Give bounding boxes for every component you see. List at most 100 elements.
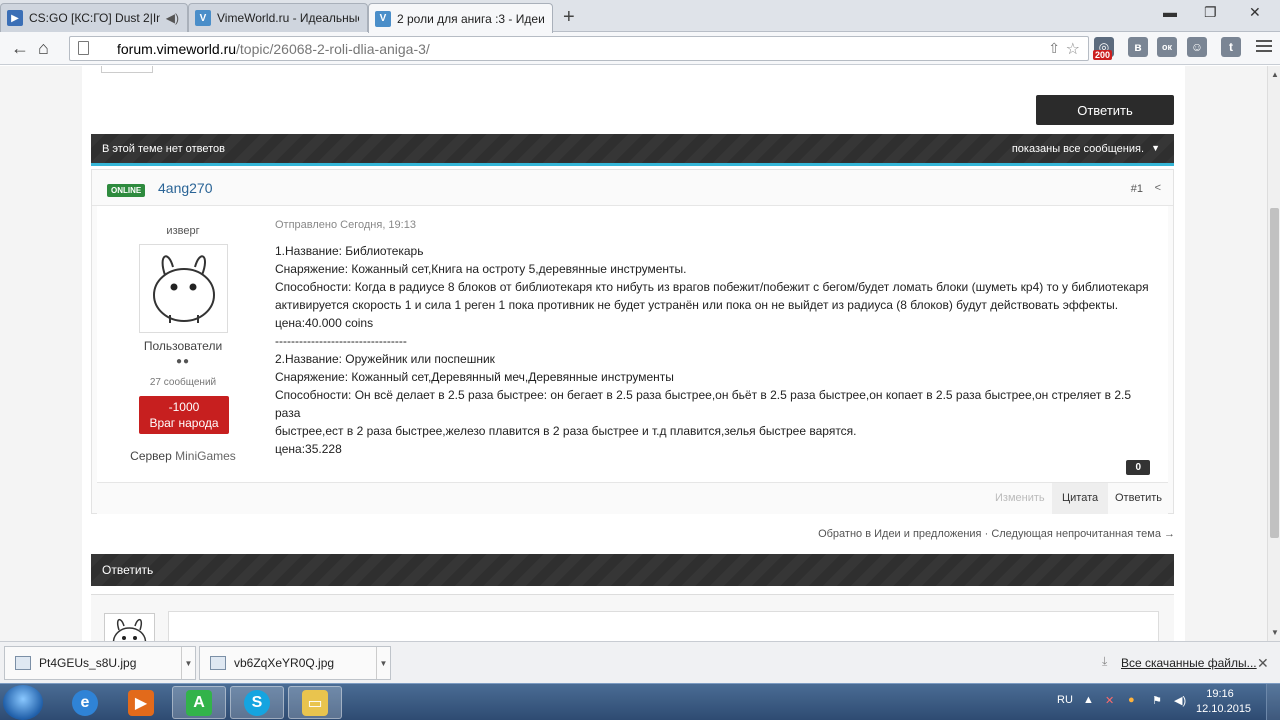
vimeworld-icon: V [195,10,211,26]
post-line: Способности: Он всё делает в 2.5 раза бы… [275,388,1135,420]
home-icon[interactable]: ⌂ [38,38,49,59]
scroll-thumb[interactable] [1270,208,1279,538]
maximize-icon[interactable]: ❐ [1204,4,1217,21]
explorer-taskbar-icon[interactable]: ▭ [288,686,342,719]
volume-icon[interactable]: ◀) [1174,694,1186,707]
page-scrollbar[interactable]: ▲ ▼ [1267,66,1280,641]
system-clock[interactable]: 19:16 12.10.2015 [1196,687,1252,717]
avatar[interactable] [139,244,228,333]
bunny-avatar-icon [153,255,215,323]
post-line: Способности: Когда в радиусе 8 блоков от… [275,280,1149,294]
close-icon[interactable]: ✕ [1249,4,1261,21]
reply-section-bar: Ответить [91,554,1174,586]
post-date: Отправлено Сегодня, 19:13 [275,219,416,231]
skype-icon: S [244,689,270,716]
extension-badge: 200 [1093,50,1113,60]
browser-tabstrip: ▶ CS:GO [КС:ГО] Dust 2|Inferno ◀) V Vime… [0,0,1280,33]
download-filename: vb6ZqXeYR0Q.jpg [234,656,335,670]
twitter-extension-icon[interactable]: t [1221,37,1241,57]
forum-post: ONLINE 4ang270 #1 < изверг Пользователи … [91,169,1174,514]
show-desktop-button[interactable] [1266,684,1280,720]
next-unread-link[interactable]: Следующая непрочитанная тема → [991,528,1175,540]
chevron-down-icon[interactable]: ▼ [181,647,195,679]
clock-date: 12.10.2015 [1196,703,1252,715]
bookmark-star-icon[interactable]: ☆ [1066,39,1080,59]
windows-taskbar: e ▶ A S ▭ RU ▲ ✕ ● ⚑ ◀) 19:16 12.10.2015 [0,683,1280,720]
post-line: цена:40.000 coins [275,316,374,330]
media-taskbar-icon[interactable]: ▶ [114,686,168,719]
reputation-badge: -1000 Враг народа [139,396,229,434]
vk-extension-icon[interactable]: в [1128,37,1148,57]
share-icon[interactable]: < [1155,182,1161,194]
avatar [104,613,155,641]
post-actions: Изменить Цитата Ответить [97,482,1168,514]
menu-icon[interactable] [1256,40,1272,55]
language-indicator[interactable]: RU [1057,694,1073,706]
edit-button[interactable]: Изменить [985,483,1055,514]
user-server: Сервер MiniGames [130,449,236,463]
thread-status: В этой теме нет ответов [102,143,225,155]
online-badge: ONLINE [107,184,146,197]
start-button[interactable] [3,685,43,720]
post-line: Снаряжение: Кожанный сет,Деревянный меч,… [275,370,674,384]
reputation-count[interactable]: 0 [1126,460,1150,475]
post-content: Отправлено Сегодня, 19:13 1.Название: Би… [275,206,1155,482]
reply-post-button[interactable]: Ответить [1105,483,1172,514]
tray-arrow-icon[interactable]: ▲ [1083,694,1094,706]
post-line: 2.Название: Оружейник или поспешник [275,352,495,366]
all-downloads-link[interactable]: Все скачанные файлы... [1121,656,1257,670]
reputation-value: -1000 [168,400,200,414]
post-line: 1.Название: Библиотекарь [275,244,424,258]
ok-extension-icon[interactable]: ок [1157,37,1177,57]
download-filename: Pt4GEUs_s8U.jpg [39,656,137,670]
skype-taskbar-icon[interactable]: S [230,686,284,719]
previous-element [101,66,153,73]
filter-dropdown[interactable]: показаны все сообщения. [1012,143,1144,155]
new-tab-button[interactable]: + [563,6,575,29]
download-item[interactable]: vb6ZqXeYR0Q.jpg ▼ [199,646,391,680]
close-icon[interactable]: ✕ [1257,655,1269,672]
author-link[interactable]: 4ang270 [158,180,213,196]
reply-editor[interactable] [168,611,1159,641]
rank-pips: ●● [175,356,191,367]
reply-section-title: Ответить [102,563,154,577]
tab-title: CS:GO [КС:ГО] Dust 2|Inferno [29,11,160,25]
thread-header-bar: В этой теме нет ответов показаны все соо… [91,134,1174,166]
post-line: --------------------------------- [275,334,407,348]
post-line: Снаряжение: Кожанный сет,Книга на острот… [275,262,687,276]
address-bar[interactable]: forum.vimeworld.ru/topic/26068-2-roli-dl… [69,36,1089,61]
speaker-icon: ◀) [165,11,179,25]
scroll-down-icon[interactable]: ▼ [1271,628,1279,637]
minimize-icon[interactable]: ▬ [1163,4,1177,20]
quote-button[interactable]: Цитата [1052,483,1109,514]
tray-app-icon[interactable]: ● [1128,694,1135,706]
post-number-link[interactable]: #1 [1131,183,1143,195]
tab-title: VimeWorld.ru - Идеальные с [217,11,359,25]
image-file-icon [15,656,31,670]
chevron-down-icon[interactable]: ▼ [376,647,390,679]
tab-topic[interactable]: V 2 роли для анига :3 - Идеи и [368,3,553,33]
caret-down-icon[interactable]: ▼ [1151,143,1160,153]
play-icon: ▶ [7,10,23,26]
tab-csgo[interactable]: ▶ CS:GO [КС:ГО] Dust 2|Inferno ◀) [0,3,188,32]
post-header: ONLINE 4ang270 #1 < [92,170,1173,206]
download-icon: ⤓ [1102,654,1108,668]
reply-button[interactable]: Ответить [1036,95,1174,125]
share-icon[interactable]: ⇧ [1048,40,1060,57]
ie-taskbar-icon[interactable]: e [58,686,112,719]
user-group: Пользователи [143,339,223,353]
network-warning-icon[interactable]: ✕ [1105,694,1114,707]
download-item[interactable]: Pt4GEUs_s8U.jpg ▼ [4,646,196,680]
clock-time: 19:16 [1206,688,1234,700]
scroll-up-icon[interactable]: ▲ [1271,70,1279,79]
aimp-taskbar-icon[interactable]: A [172,686,226,719]
back-arrow-icon[interactable]: ← [11,38,29,59]
tab-vimeworld[interactable]: V VimeWorld.ru - Идеальные с [188,3,368,32]
nav-separator: · [984,528,989,540]
web-page: Ответить В этой теме нет ответов показан… [0,66,1267,641]
tab-title: 2 роли для анига :3 - Идеи и [397,11,544,26]
downloads-bar: Pt4GEUs_s8U.jpg ▼ vb6ZqXeYR0Q.jpg ▼ ⤓ Вс… [0,641,1280,683]
flag-icon[interactable]: ⚑ [1152,694,1162,707]
smile-extension-icon[interactable]: ☺ [1187,37,1207,57]
back-to-forum-link[interactable]: Обратно в Идеи и предложения [818,528,981,540]
